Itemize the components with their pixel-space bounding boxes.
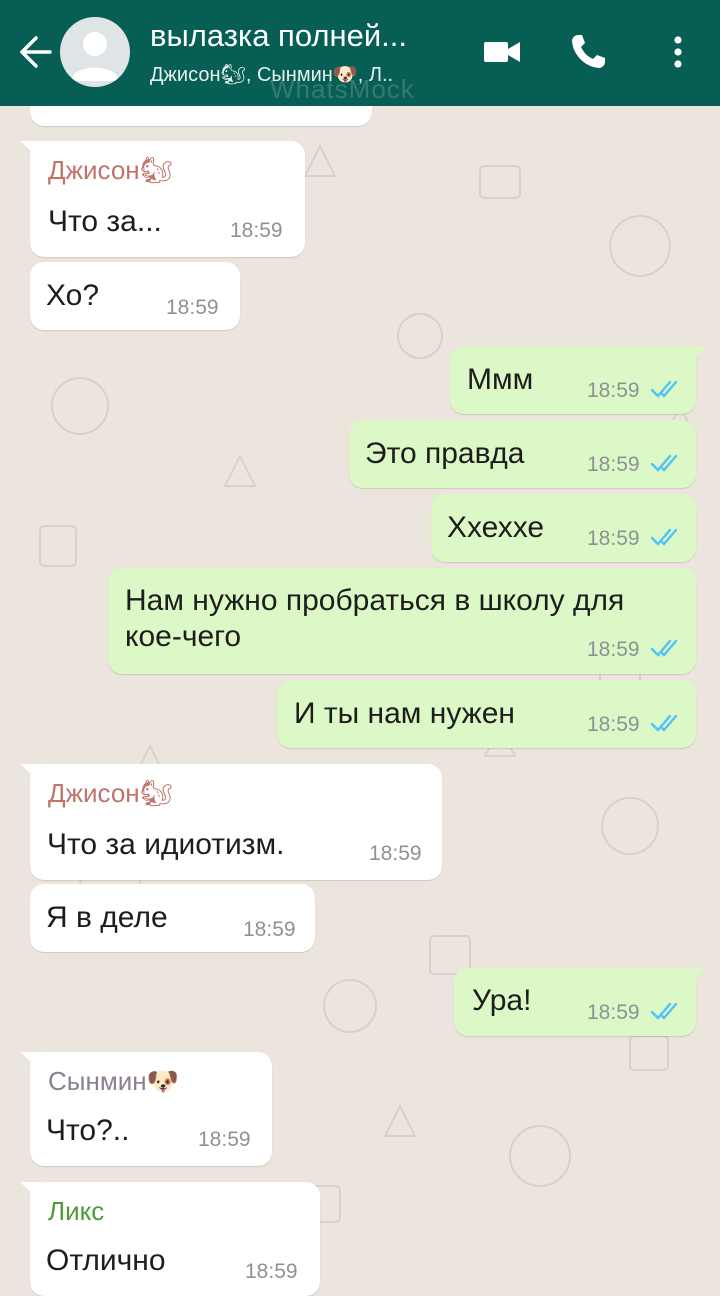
read-ticks-icon bbox=[650, 454, 678, 472]
bubble-tail bbox=[20, 141, 40, 159]
message-list[interactable]: Джисон🐿 Что за... 18:59 Хо? 18:59 Ммм 18… bbox=[0, 106, 720, 1296]
message-text: Что за идиотизм. bbox=[47, 828, 285, 861]
read-ticks-icon bbox=[650, 1002, 678, 1020]
video-call-icon[interactable] bbox=[480, 30, 524, 74]
bubble-tail bbox=[20, 764, 40, 782]
read-ticks-icon bbox=[650, 639, 678, 657]
message-time: 18:59 bbox=[166, 296, 219, 319]
sender-name[interactable]: Ликс bbox=[48, 1196, 104, 1227]
chat-title[interactable]: вылазка полней... bbox=[150, 18, 450, 54]
read-ticks-icon bbox=[650, 380, 678, 398]
read-ticks-icon bbox=[650, 528, 678, 546]
message-time: 18:59 bbox=[587, 1001, 640, 1024]
message-bubble-outgoing[interactable]: Ххеххе 18:59 bbox=[431, 494, 696, 562]
message-bubble-incoming[interactable]: Я в деле 18:59 bbox=[30, 884, 315, 952]
message-time: 18:59 bbox=[587, 638, 640, 661]
phone-icon[interactable] bbox=[566, 30, 610, 74]
message-text: Хо? bbox=[46, 279, 100, 312]
message-bubble-outgoing[interactable]: Ммм 18:59 bbox=[450, 346, 708, 414]
bubble-tail bbox=[20, 1182, 40, 1200]
message-text-line-2: кое-чего bbox=[125, 620, 242, 653]
message-text: И ты нам нужен bbox=[294, 697, 515, 730]
message-bubble-incoming-partial[interactable] bbox=[30, 106, 372, 126]
message-time: 18:59 bbox=[198, 1128, 251, 1151]
more-vert-icon[interactable] bbox=[656, 30, 700, 74]
message-text: Что?.. bbox=[46, 1114, 130, 1147]
message-text: Отлично bbox=[46, 1244, 166, 1277]
message-bubble-outgoing[interactable]: Нам нужно пробраться в школу для кое-чег… bbox=[108, 568, 696, 674]
message-text-line-1: Нам нужно пробраться в школу для bbox=[125, 584, 625, 617]
message-text: Это правда bbox=[365, 437, 525, 470]
group-avatar-icon[interactable] bbox=[60, 17, 130, 87]
message-text: Ххеххе bbox=[447, 511, 545, 544]
message-time: 18:59 bbox=[245, 1260, 298, 1283]
message-bubble-incoming[interactable]: Хо? 18:59 bbox=[30, 262, 240, 330]
message-bubble-incoming[interactable]: Джисон🐿 Что за идиотизм. 18:59 bbox=[20, 764, 442, 880]
message-time: 18:59 bbox=[243, 918, 296, 941]
message-bubble-incoming[interactable]: Джисон🐿 Что за... 18:59 bbox=[20, 141, 305, 257]
watermark-text: WhatsMock bbox=[270, 74, 415, 104]
message-time: 18:59 bbox=[587, 379, 640, 402]
message-bubble-outgoing[interactable]: Это правда 18:59 bbox=[349, 420, 696, 488]
message-text: Ура! bbox=[472, 984, 532, 1017]
message-bubble-outgoing[interactable]: Ура! 18:59 bbox=[454, 968, 708, 1036]
bubble-tail bbox=[686, 346, 708, 364]
message-text: Что за... bbox=[48, 205, 162, 238]
bubble-tail bbox=[20, 1052, 40, 1070]
sender-name[interactable]: Джисон🐿 bbox=[48, 155, 173, 186]
message-time: 18:59 bbox=[369, 842, 422, 865]
message-time: 18:59 bbox=[587, 453, 640, 476]
message-text: Я в деле bbox=[46, 901, 168, 934]
message-time: 18:59 bbox=[587, 527, 640, 550]
message-text: Ммм bbox=[467, 363, 534, 396]
message-time: 18:59 bbox=[230, 219, 283, 242]
read-ticks-icon bbox=[650, 714, 678, 732]
bubble-tail bbox=[686, 968, 708, 986]
chat-header: вылазка полней... Джисон🐿, Сынмин🐶, Л.. … bbox=[0, 0, 720, 106]
message-bubble-incoming[interactable]: Ликс Отлично 18:59 bbox=[20, 1182, 320, 1296]
message-bubble-outgoing[interactable]: И ты нам нужен 18:59 bbox=[277, 680, 696, 748]
sender-name[interactable]: Джисон🐿 bbox=[48, 778, 173, 809]
sender-name[interactable]: Сынмин🐶 bbox=[48, 1066, 179, 1097]
back-arrow-icon[interactable] bbox=[14, 32, 54, 72]
message-time: 18:59 bbox=[587, 713, 640, 736]
message-bubble-incoming[interactable]: Сынмин🐶 Что?.. 18:59 bbox=[20, 1052, 272, 1166]
